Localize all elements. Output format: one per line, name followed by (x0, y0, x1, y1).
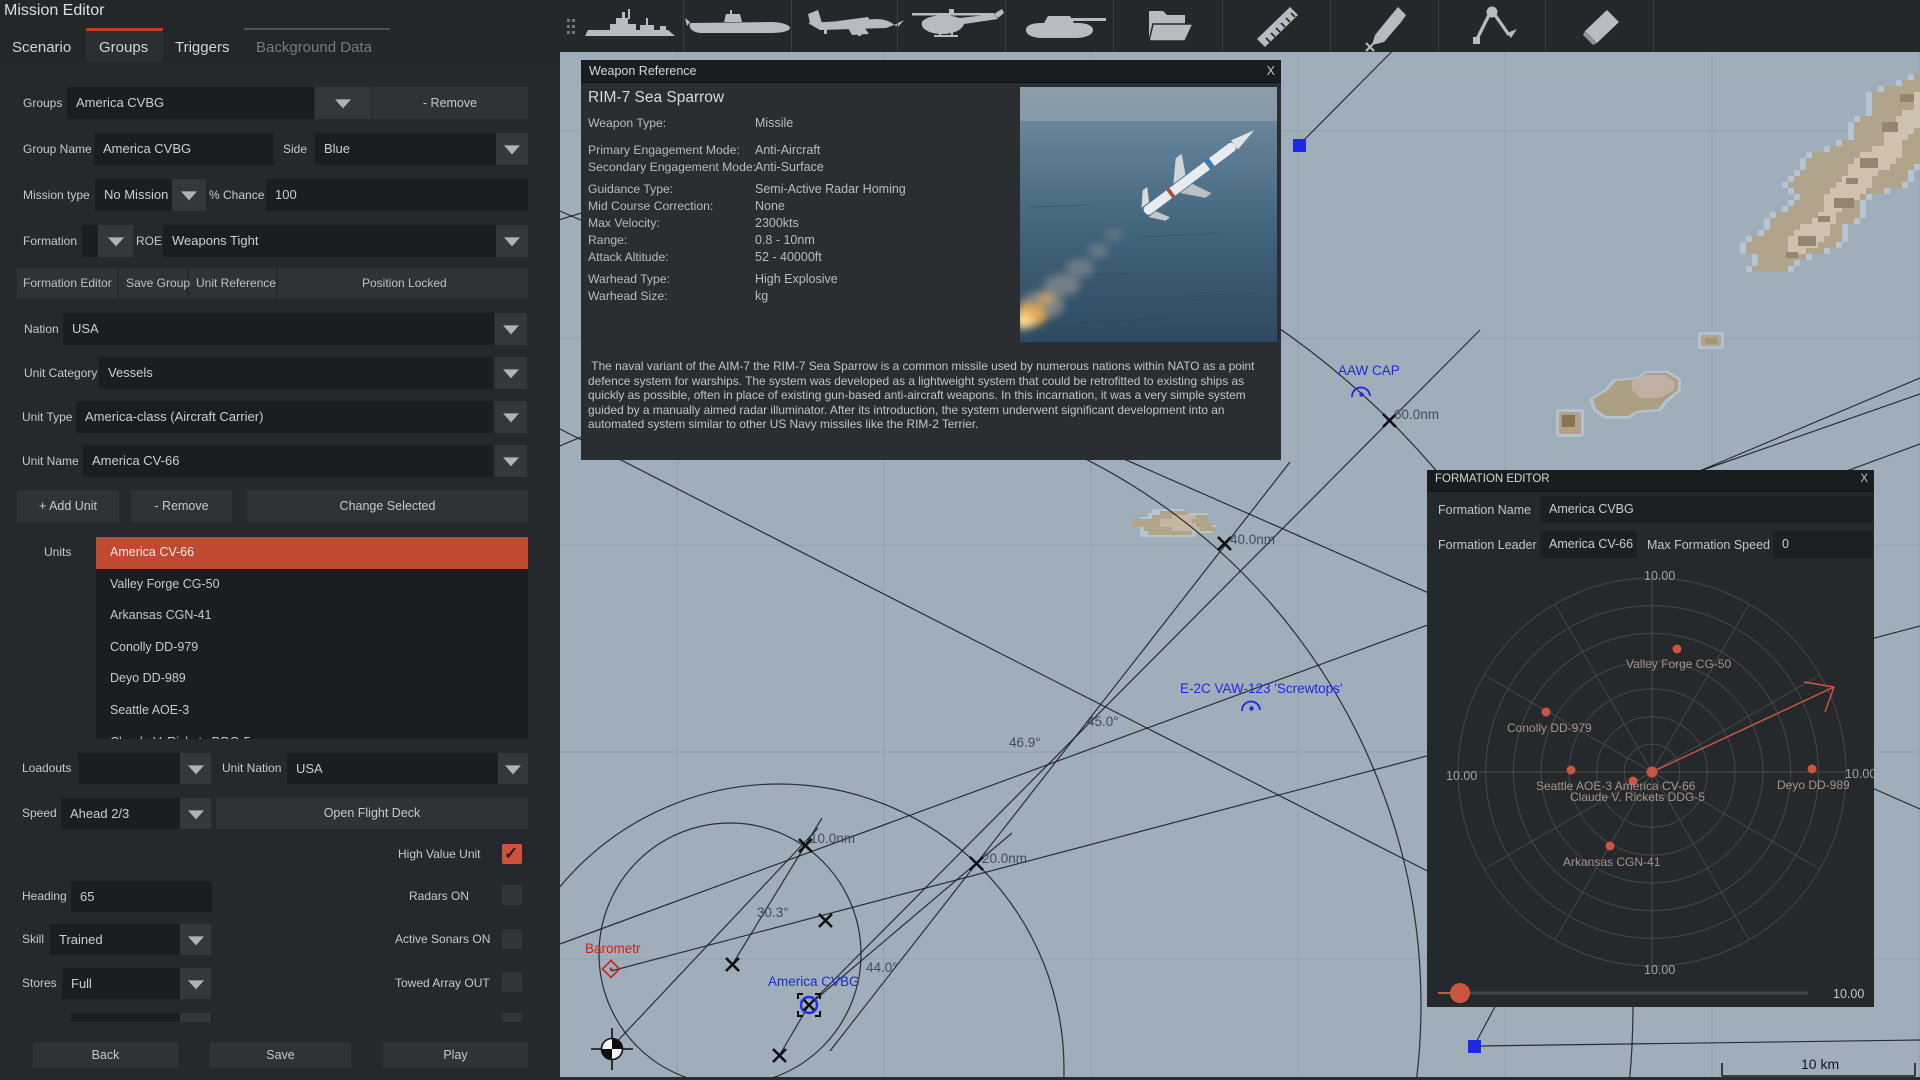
svg-text:46.9°: 46.9° (1009, 735, 1041, 750)
svg-text:60.0nm: 60.0nm (1394, 407, 1439, 422)
svg-text:Claude V. Rickets DDG-5: Claude V. Rickets DDG-5 (1570, 790, 1705, 804)
svg-text:10 km: 10 km (1801, 1056, 1839, 1072)
svg-text:30.3°: 30.3° (757, 905, 789, 920)
svg-text:45.0°: 45.0° (1087, 714, 1119, 729)
svg-text:40.0nm: 40.0nm (1230, 532, 1275, 547)
svg-text:10.00: 10.00 (1644, 963, 1675, 977)
svg-text:Barometr: Barometr (585, 941, 641, 956)
svg-text:AAW CAP: AAW CAP (1338, 363, 1400, 378)
svg-text:Arkansas CGN-41: Arkansas CGN-41 (1563, 855, 1661, 869)
svg-text:10.00: 10.00 (1446, 769, 1477, 783)
svg-text:10.00: 10.00 (1644, 569, 1675, 583)
svg-text:America CVBG: America CVBG (768, 974, 860, 989)
svg-text:20.0nm: 20.0nm (982, 851, 1027, 866)
svg-text:44.0°: 44.0° (866, 960, 898, 975)
svg-text:Deyo DD-989: Deyo DD-989 (1777, 778, 1850, 792)
svg-text:Valley Forge CG-50: Valley Forge CG-50 (1626, 657, 1731, 671)
svg-text:Conolly DD-979: Conolly DD-979 (1507, 721, 1592, 735)
svg-text:10.0nm: 10.0nm (810, 831, 855, 846)
svg-text:10.00: 10.00 (1833, 987, 1864, 1001)
svg-text:E-2C VAW-123 'Screwtops': E-2C VAW-123 'Screwtops' (1180, 681, 1342, 696)
